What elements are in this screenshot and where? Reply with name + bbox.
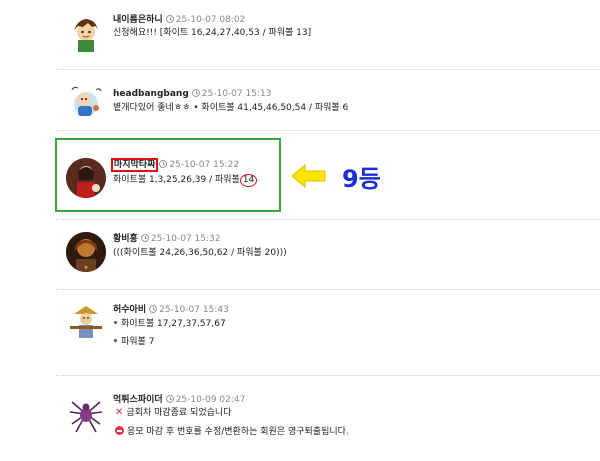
avatar[interactable]: [66, 82, 106, 122]
bullet-icon: [114, 339, 117, 342]
comment-date: 25-10-07 15:22: [169, 160, 240, 170]
comment-text: 볕개다있어 좋네ㅎㅎ • 화이트볼 41,45,46,50,54 / 파워볼 6: [113, 103, 349, 113]
clock-icon: [140, 234, 149, 242]
comment-item: headbangbang 25-10-07 15:13 볕개다있어 좋네ㅎㅎ • …: [0, 70, 600, 130]
avatar[interactable]: [66, 158, 106, 198]
comment-header: headbangbang 25-10-07 15:13: [113, 88, 271, 100]
nickname[interactable]: 허수아비: [113, 305, 146, 315]
comment-text: (((화이트볼 24,26,36,50,62 / 파워볼 20))): [113, 248, 287, 258]
comment-header: 내이름은하니 25-10-07 08:02: [113, 14, 245, 26]
comment-date: 25-10-07 08:02: [175, 15, 246, 25]
comment-header: 마지막타짜 25-10-07 15:22: [110, 158, 240, 172]
left-arrow-icon: [291, 164, 326, 188]
avatar[interactable]: ★: [66, 232, 106, 272]
comment-date: 25-10-07 15:32: [150, 234, 221, 244]
comment-text-prefix: 화이트볼 1,3,25,26,39 / 파워볼: [113, 175, 240, 185]
nickname[interactable]: headbangbang: [113, 89, 189, 99]
avatar[interactable]: [66, 14, 106, 54]
comment-header: 허수아비 25-10-07 15:43: [113, 304, 229, 316]
clock-icon: [165, 15, 174, 23]
svg-text:★: ★: [84, 265, 89, 271]
clock-icon: [159, 160, 168, 168]
powerball-number: 14: [239, 174, 258, 187]
clock-icon: [149, 305, 158, 313]
clock-icon: [165, 395, 174, 403]
x-icon: ✕: [115, 407, 124, 418]
nickname[interactable]: 황비홍: [113, 234, 138, 244]
comment-date: 25-10-09 02:47: [175, 395, 246, 405]
divider: [56, 130, 600, 131]
clock-icon: [191, 89, 200, 97]
nickname[interactable]: 마지막타짜: [110, 158, 159, 172]
comment-header: 먹튀스파이더 25-10-09 02:47: [113, 394, 245, 406]
comment-item: 허수아비 25-10-07 15:43 화이트볼 17,27,37,57,67 파…: [0, 290, 600, 374]
list-item: 파워볼 7: [110, 336, 154, 348]
rank-label: 9등: [342, 165, 381, 193]
comment-date: 25-10-07 15:13: [201, 89, 272, 99]
comment-text: 신청해요!!! [화이트 16,24,27,40,53 / 파워볼 13]: [113, 28, 312, 38]
nickname[interactable]: 내이름은하니: [113, 15, 163, 25]
comment-item: 먹튀스파이더 25-10-09 02:47 ✕ 금회차 마감종료 되었습니다 응모 …: [0, 376, 600, 461]
notice-line: ✕ 금회차 마감종료 되었습니다: [115, 407, 232, 418]
minus-circle-icon: [115, 426, 124, 435]
comment-header: 황비홍 25-10-07 15:32: [113, 233, 221, 245]
comment-item: 내이름은하니 25-10-07 08:02 신청해요!!! [화이트 16,24,…: [0, 0, 600, 68]
list-item: 화이트볼 17,27,37,57,67: [110, 318, 226, 330]
bullet-icon: [114, 321, 117, 324]
avatar[interactable]: [66, 302, 106, 342]
comment-text: 화이트볼 1,3,25,26,39 / 파워볼 14: [113, 174, 258, 187]
avatar[interactable]: [66, 394, 106, 434]
comment-date: 25-10-07 15:43: [159, 305, 229, 315]
comment-item: ★ 황비홍 25-10-07 15:32 (((화이트볼 24,26,36,50,…: [0, 220, 600, 288]
nickname[interactable]: 먹튀스파이더: [113, 395, 163, 405]
notice-line: 응모 마감 후 번호를 수정/변환하는 회원은 영구퇴출됩니다.: [115, 426, 349, 438]
